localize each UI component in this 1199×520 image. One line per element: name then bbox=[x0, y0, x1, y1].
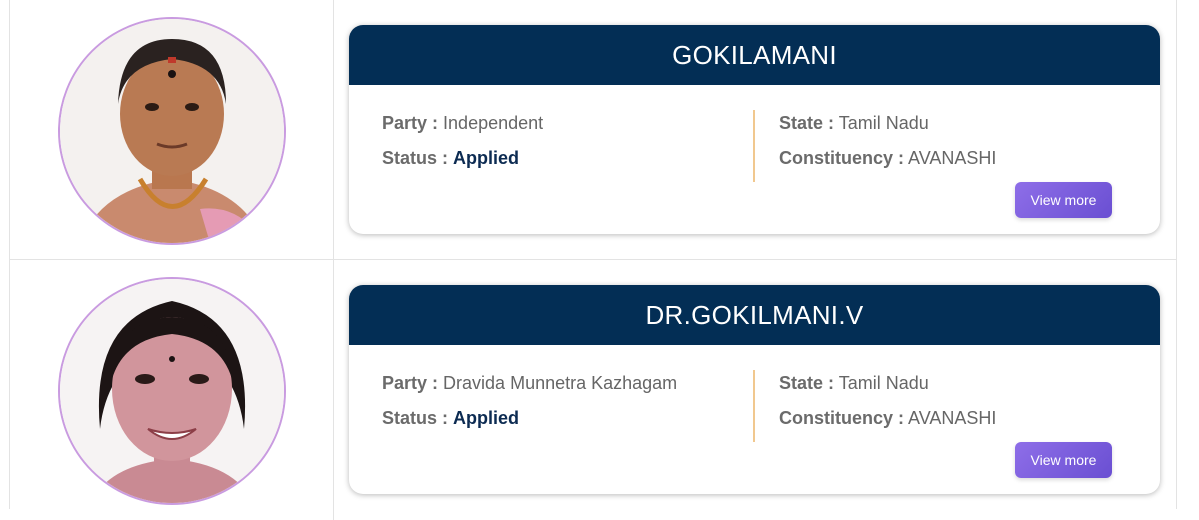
table-row: DR.GOKILMANI.V Party : Dravida Munnetra … bbox=[10, 260, 1176, 520]
party-label: Party : bbox=[382, 373, 439, 393]
party-field: Party : Independent bbox=[382, 113, 543, 134]
status-value: Applied bbox=[453, 148, 520, 168]
party-value: Independent bbox=[443, 113, 544, 133]
constituency-label: Constituency : bbox=[779, 408, 905, 428]
party-label: Party : bbox=[382, 113, 439, 133]
status-label: Status : bbox=[382, 148, 449, 168]
constituency-value: AVANASHI bbox=[908, 148, 997, 168]
candidate-name: GOKILAMANI bbox=[349, 25, 1160, 85]
state-field: State : Tamil Nadu bbox=[779, 113, 929, 134]
photo-cell bbox=[10, 0, 334, 259]
state-label: State : bbox=[779, 113, 835, 133]
status-label: Status : bbox=[382, 408, 449, 428]
candidate-photo bbox=[58, 17, 286, 245]
candidate-table: GOKILAMANI Party : Independent Status : … bbox=[9, 0, 1177, 520]
state-field: State : Tamil Nadu bbox=[779, 373, 929, 394]
status-field: Status : Applied bbox=[382, 148, 519, 169]
column-divider bbox=[753, 110, 755, 182]
column-divider bbox=[753, 370, 755, 442]
view-more-button[interactable]: View more bbox=[1015, 442, 1112, 478]
constituency-value: AVANASHI bbox=[908, 408, 997, 428]
status-value: Applied bbox=[453, 408, 520, 428]
state-label: State : bbox=[779, 373, 835, 393]
view-more-button[interactable]: View more bbox=[1015, 182, 1112, 218]
party-value: Dravida Munnetra Kazhagam bbox=[443, 373, 678, 393]
constituency-field: Constituency : AVANASHI bbox=[779, 148, 996, 169]
state-value: Tamil Nadu bbox=[838, 113, 929, 133]
table-row: GOKILAMANI Party : Independent Status : … bbox=[10, 0, 1176, 260]
party-field: Party : Dravida Munnetra Kazhagam bbox=[382, 373, 677, 394]
candidate-card: DR.GOKILMANI.V Party : Dravida Munnetra … bbox=[349, 285, 1160, 494]
candidate-card: GOKILAMANI Party : Independent Status : … bbox=[349, 25, 1160, 234]
constituency-label: Constituency : bbox=[779, 148, 905, 168]
candidate-name: DR.GOKILMANI.V bbox=[349, 285, 1160, 345]
candidate-photo bbox=[58, 277, 286, 505]
photo-cell bbox=[10, 260, 334, 520]
status-field: Status : Applied bbox=[382, 408, 519, 429]
constituency-field: Constituency : AVANASHI bbox=[779, 408, 996, 429]
state-value: Tamil Nadu bbox=[838, 373, 929, 393]
